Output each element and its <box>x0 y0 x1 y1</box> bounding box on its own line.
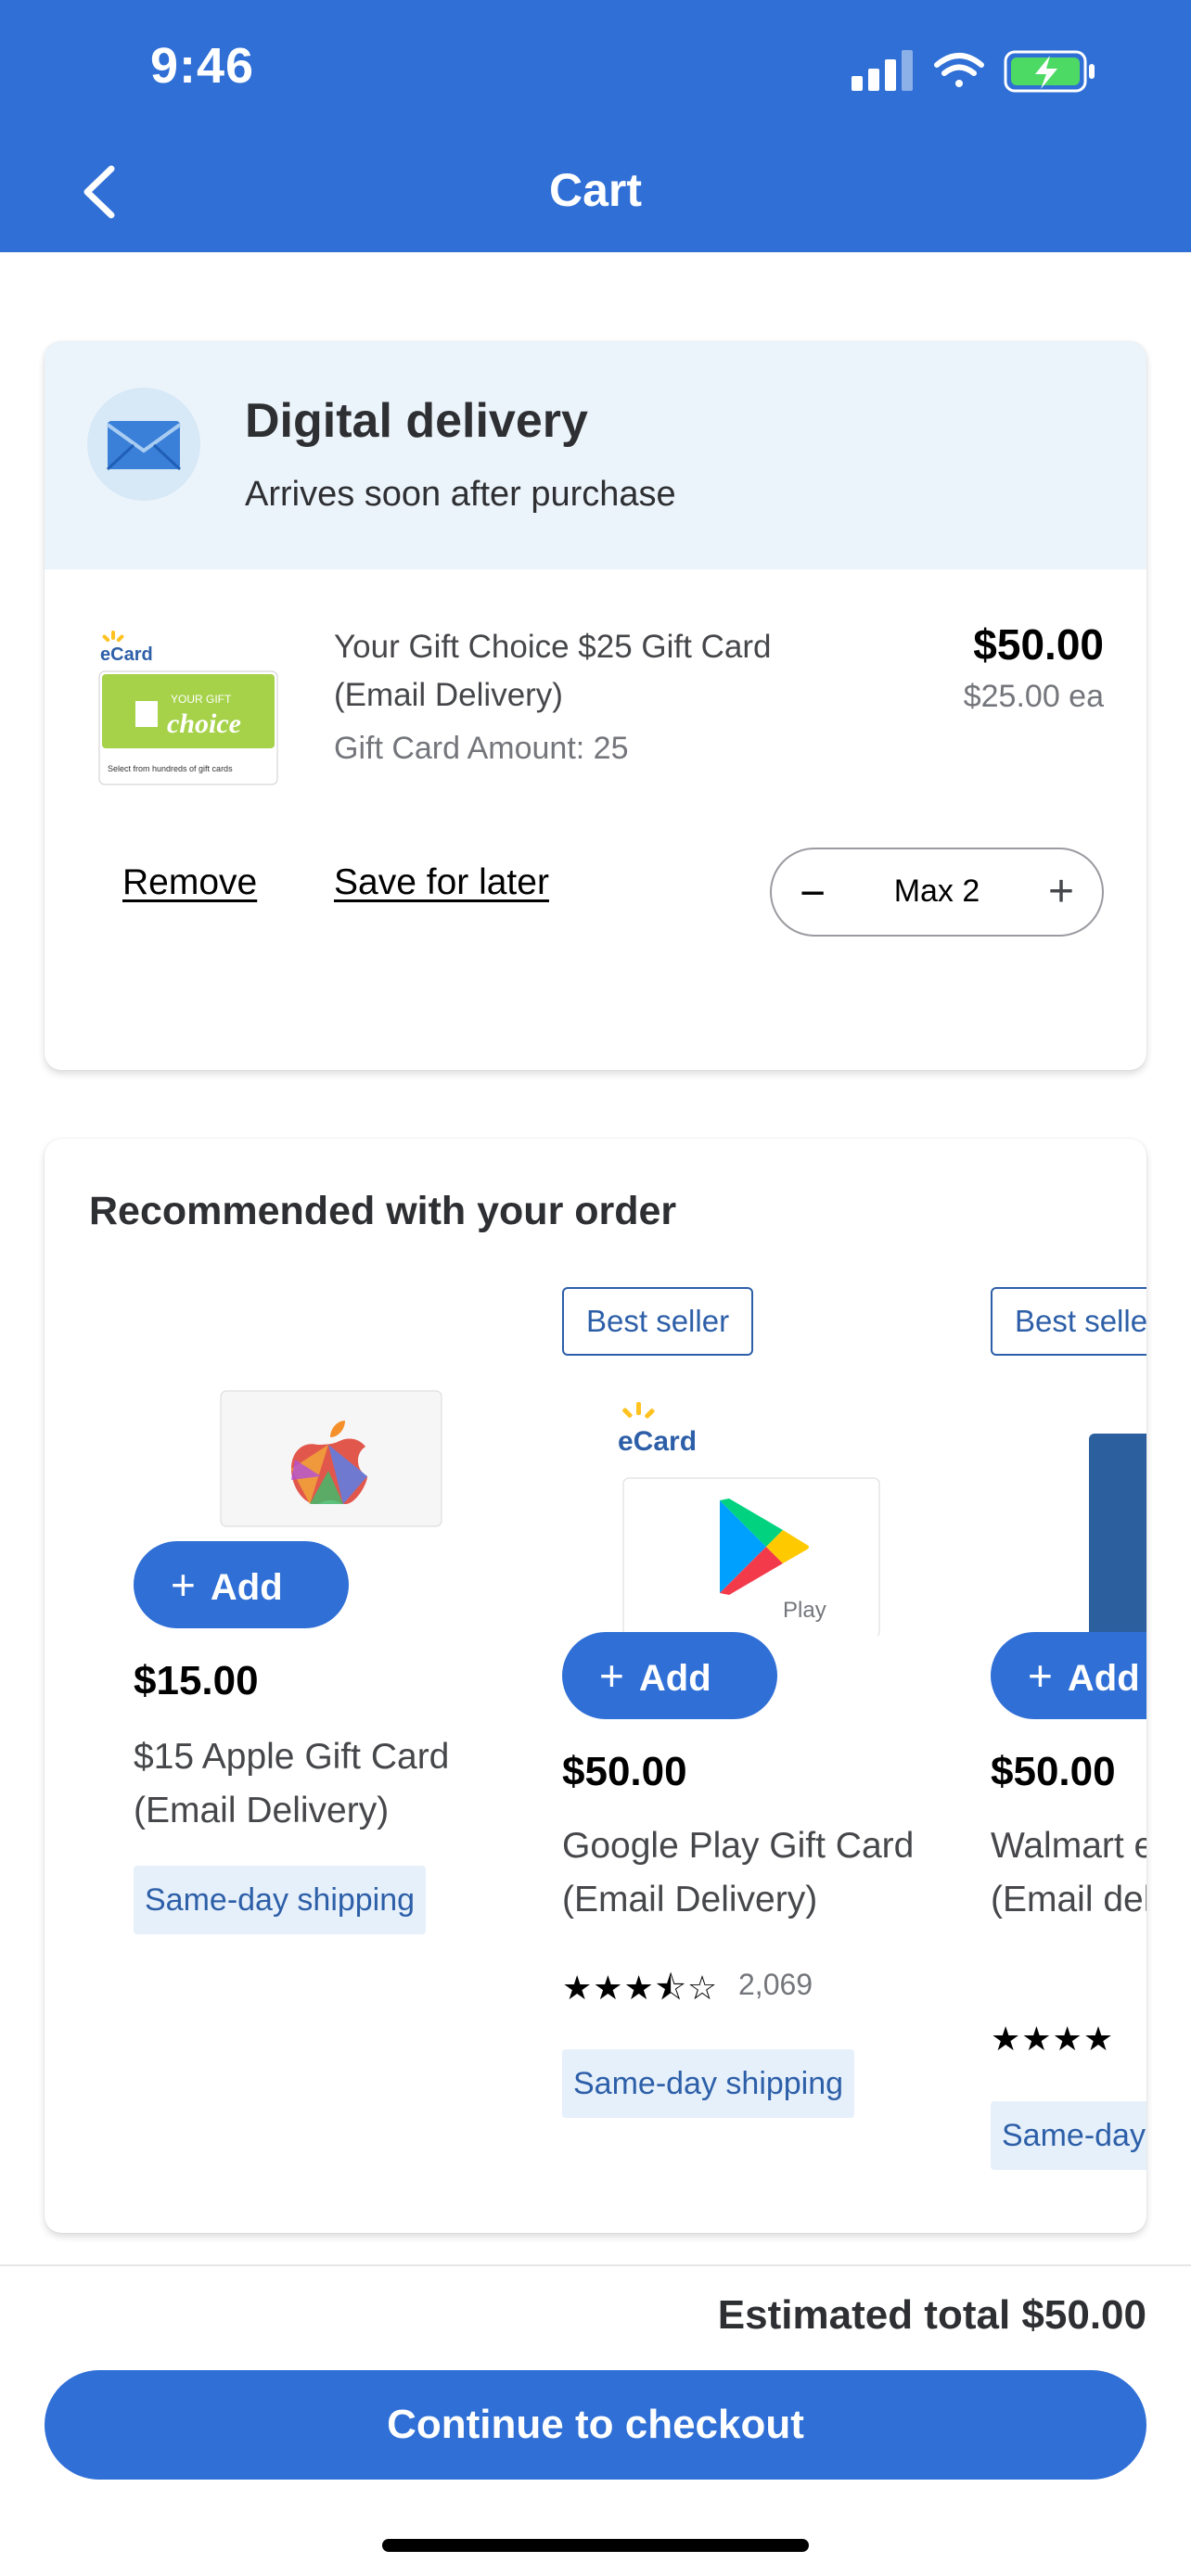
status-time: 9:46 <box>150 38 255 94</box>
tile-price: $50.00 <box>991 1749 1116 1794</box>
add-button[interactable]: + Add <box>562 1632 777 1719</box>
plus-icon[interactable]: + <box>1048 866 1074 917</box>
walmart-spark-icon <box>622 1402 655 1419</box>
battery-icon <box>1004 50 1095 93</box>
footer-divider <box>0 2264 1191 2266</box>
item-price: $50.00 <box>973 620 1104 669</box>
card-brand: eCard <box>618 1426 697 1457</box>
item-name[interactable]: Your Gift Choice $25 Gift Card (Email De… <box>334 623 853 720</box>
app-header: 9:46 Cart <box>0 0 1191 252</box>
page-title: Cart <box>548 164 643 216</box>
signal-icon <box>852 50 913 91</box>
add-button[interactable]: + Add <box>134 1541 349 1628</box>
thumb-brand: eCard <box>100 644 153 665</box>
delivery-title: Digital delivery <box>245 394 588 448</box>
star-rating-icon: ★★★★ <box>991 2020 1115 2058</box>
tile-name[interactable]: Walmart eGift Card $50 (Email delivery) <box>991 1819 1146 1927</box>
tile-name[interactable]: $15 Apple Gift Card (Email Delivery) <box>134 1730 495 1838</box>
remove-link[interactable]: Remove <box>122 862 257 903</box>
estimated-total: Estimated total $50.00 <box>717 2292 1146 2338</box>
google-play-card-image: eCard Play <box>618 1402 880 1636</box>
apple-gift-card-image <box>220 1390 442 1527</box>
continue-to-checkout-button[interactable]: Continue to checkout <box>45 2370 1146 2480</box>
review-count: 2,069 <box>738 1968 813 2001</box>
item-unit-price: $25.00 ea <box>963 679 1104 714</box>
best-seller-badge: Best seller <box>991 1287 1146 1356</box>
walmart-spark-icon <box>102 631 124 643</box>
star-rating-icon: ★★★⯪☆ <box>562 1969 719 2007</box>
home-indicator[interactable] <box>382 2539 809 2552</box>
tile-name[interactable]: Google Play Gift Card (Email Delivery) <box>562 1819 952 1927</box>
plus-icon: + <box>599 1651 624 1700</box>
digital-delivery-card: Digital delivery Arrives soon after purc… <box>45 341 1146 1070</box>
wifi-icon <box>934 53 984 87</box>
thumb-foot: Select from hundreds of gift cards <box>108 764 233 773</box>
delivery-subtitle: Arrives soon after purchase <box>245 475 676 514</box>
delivery-header: Digital delivery Arrives soon after purc… <box>45 341 1146 569</box>
thumb-top: YOUR GIFT <box>171 693 232 706</box>
tile-price: $50.00 <box>562 1749 687 1794</box>
rec-tile-apple[interactable]: + Add $15.00 $15 Apple Gift Card (Email D… <box>134 1278 523 2205</box>
quantity-stepper: − Max 2 + <box>770 848 1104 937</box>
shipping-badge: Same-day shipping <box>991 2101 1146 2170</box>
best-seller-badge: Best seller <box>562 1287 754 1356</box>
shipping-badge: Same-day shipping <box>562 2049 855 2118</box>
play-logo-text: Play <box>783 1598 826 1623</box>
walmart-card-image <box>1089 1434 1146 1638</box>
add-button[interactable]: + Add <box>991 1632 1146 1719</box>
rec-tile-walmart[interactable]: Best seller +Add $50.00 Walmart eGift Ca… <box>991 1278 1146 2205</box>
save-for-later-link[interactable]: Save for later <box>334 862 549 903</box>
item-option: Gift Card Amount: 25 <box>334 731 629 766</box>
status-icons <box>852 50 1095 93</box>
thumb-main: choice <box>167 708 241 739</box>
gift-card-thumbnail[interactable]: eCard YOUR GIFT choice Select from hundr… <box>98 629 280 786</box>
envelope-icon <box>87 388 200 501</box>
recommendations-carousel[interactable]: + Add $15.00 $15 Apple Gift Card (Email D… <box>89 1278 1146 2233</box>
shipping-badge: Same-day shipping <box>134 1866 427 1934</box>
rec-tile-google-play[interactable]: Best seller eCard Play + Add $50.00 Goog… <box>562 1278 952 2205</box>
tile-price: $15.00 <box>134 1658 259 1703</box>
recommendations-title: Recommended with your order <box>89 1189 677 1233</box>
recommendations-card: Recommended with your order + Add $15.00 … <box>45 1139 1146 2233</box>
plus-icon: + <box>171 1561 196 1609</box>
plus-icon: + <box>1028 1651 1053 1700</box>
